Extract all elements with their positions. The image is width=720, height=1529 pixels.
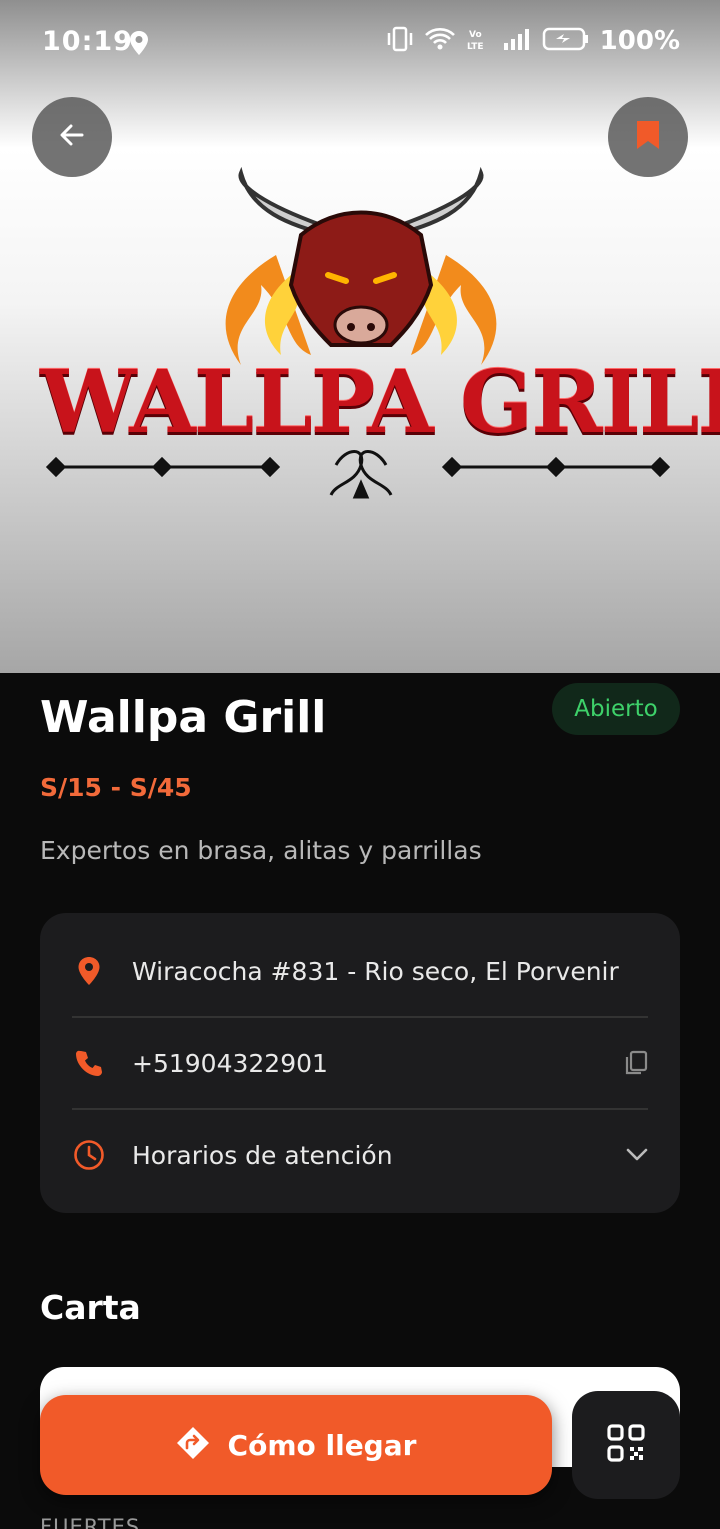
- copy-icon[interactable]: [624, 1050, 648, 1076]
- bookmark-icon: [635, 119, 661, 155]
- chevron-down-icon[interactable]: [626, 1148, 648, 1162]
- phone-row[interactable]: +51904322901: [40, 1017, 680, 1109]
- menu-section-title: Carta: [40, 1288, 141, 1327]
- vibrate-icon: [386, 26, 414, 56]
- clock-icon: [72, 1138, 106, 1172]
- directions-icon: [176, 1426, 210, 1464]
- battery-icon: [542, 26, 590, 56]
- qr-code-icon: [606, 1423, 646, 1467]
- volte-icon: Vo LTE: [466, 26, 492, 56]
- status-time: 10:19: [42, 26, 133, 57]
- arrow-left-icon: [56, 119, 88, 155]
- svg-text:LTE: LTE: [467, 42, 484, 52]
- status-icons: Vo LTE 100%: [386, 26, 680, 56]
- restaurant-description: Expertos en brasa, alitas y parrillas: [40, 836, 482, 865]
- phone-number: +51904322901: [132, 1048, 328, 1078]
- qr-code-button[interactable]: [572, 1391, 680, 1499]
- directions-label: Cómo llegar: [227, 1428, 417, 1462]
- directions-button[interactable]: Cómo llegar: [40, 1395, 552, 1495]
- address-text: Wiracocha #831 - Rio seco, El Porvenir: [132, 956, 619, 986]
- logo-wordmark: WALLPA GRILL: [40, 352, 720, 453]
- hours-label: Horarios de atención: [132, 1140, 393, 1170]
- contact-info-card: Wiracocha #831 - Rio seco, El Porvenir +…: [40, 913, 680, 1213]
- map-pin-icon: [72, 954, 106, 988]
- restaurant-name: Wallpa Grill: [40, 692, 327, 743]
- hero-banner: 10:19 Vo LTE 100% WALLPA GRILL: [0, 0, 720, 673]
- status-bar: 10:19 Vo LTE 100%: [0, 0, 720, 84]
- svg-text:Vo: Vo: [469, 30, 482, 40]
- open-status-badge: Abierto: [552, 683, 680, 735]
- menu-category-heading: FUERTES: [40, 1515, 141, 1529]
- location-icon: [127, 30, 151, 60]
- wifi-icon: [424, 26, 456, 56]
- restaurant-logo-bull: [45, 166, 671, 499]
- signal-icon: [502, 26, 532, 56]
- phone-icon: [72, 1046, 106, 1080]
- battery-percent: 100%: [599, 26, 680, 56]
- price-range: S/15 - S/45: [40, 773, 192, 802]
- hours-row[interactable]: Horarios de atención: [40, 1109, 680, 1201]
- address-row[interactable]: Wiracocha #831 - Rio seco, El Porvenir: [40, 925, 680, 1017]
